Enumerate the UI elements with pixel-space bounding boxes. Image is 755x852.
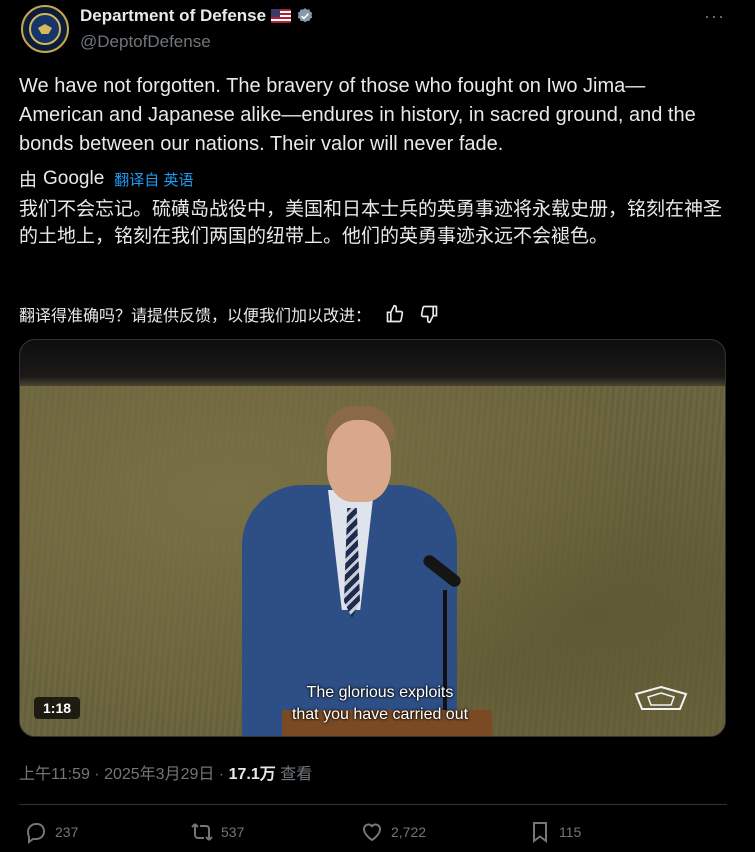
bookmark-icon xyxy=(533,822,547,843)
retweet-count: 537 xyxy=(221,824,245,840)
dod-seal-icon xyxy=(29,13,61,45)
pentagon-watermark-icon xyxy=(634,686,688,710)
thumbs-up-icon[interactable] xyxy=(385,304,405,324)
reply-count: 237 xyxy=(55,824,79,840)
video-player[interactable]: The glorious exploits that you have carr… xyxy=(19,339,726,737)
tweet-text-original: We have not forgotten. The bravery of th… xyxy=(19,75,696,155)
account-handle[interactable]: @DeptofDefense xyxy=(80,32,211,52)
views-count: 17.1万 xyxy=(228,766,276,783)
video-caption: The glorious exploits that you have carr… xyxy=(260,682,500,726)
heart-icon xyxy=(362,823,382,842)
retweet-button[interactable]: 537 xyxy=(190,820,244,844)
verified-badge-icon xyxy=(297,8,313,23)
views-label: 查看 xyxy=(275,766,313,783)
video-duration: 1:18 xyxy=(34,697,81,719)
divider xyxy=(19,804,727,805)
bookmark-button[interactable]: 115 xyxy=(528,820,581,844)
caption-line-1: The glorious exploits xyxy=(306,684,454,701)
retweet-icon xyxy=(191,823,213,841)
more-options-icon[interactable]: ··· xyxy=(704,6,725,27)
feedback-prompt: 翻译得准确吗？请提供反馈，以便我们加以改进： xyxy=(19,308,372,325)
avatar[interactable] xyxy=(21,5,69,53)
caption-line-2: that you have carried out xyxy=(291,706,469,723)
like-button[interactable]: 2,722 xyxy=(360,820,426,844)
tweet-text-translated: 我们不会忘记。硫磺岛战役中，美国和日本士兵的英勇事迹将永载史册，铭刻在神圣的土地… xyxy=(19,199,723,247)
account-name-row[interactable]: Department of Defense xyxy=(80,6,314,26)
timestamp[interactable]: 上午11:59 · 2025年3月29日 · xyxy=(19,766,229,783)
reply-button[interactable]: 237 xyxy=(24,820,78,844)
video-frame-crowd xyxy=(20,340,725,386)
account-name[interactable]: Department of Defense xyxy=(80,6,266,26)
reply-icon xyxy=(26,823,46,844)
translation-attribution: 由 Google 翻译自 英语 xyxy=(19,166,193,192)
thumbs-down-icon[interactable] xyxy=(419,304,439,324)
us-flag-icon xyxy=(271,9,292,23)
like-count: 2,722 xyxy=(391,824,427,840)
translation-feedback: 翻译得准确吗？请提供反馈，以便我们加以改进： xyxy=(19,302,439,326)
by-label: 由 xyxy=(19,170,37,190)
tweet-actions: 237 537 2,722 115 xyxy=(0,820,755,848)
bookmark-count: 115 xyxy=(559,824,582,840)
translated-from-link[interactable]: 翻译自 英语 xyxy=(114,169,193,190)
google-logo: Google xyxy=(43,168,105,189)
tweet-meta: 上午11:59 · 2025年3月29日 · 17.1万 查看 xyxy=(19,760,312,784)
